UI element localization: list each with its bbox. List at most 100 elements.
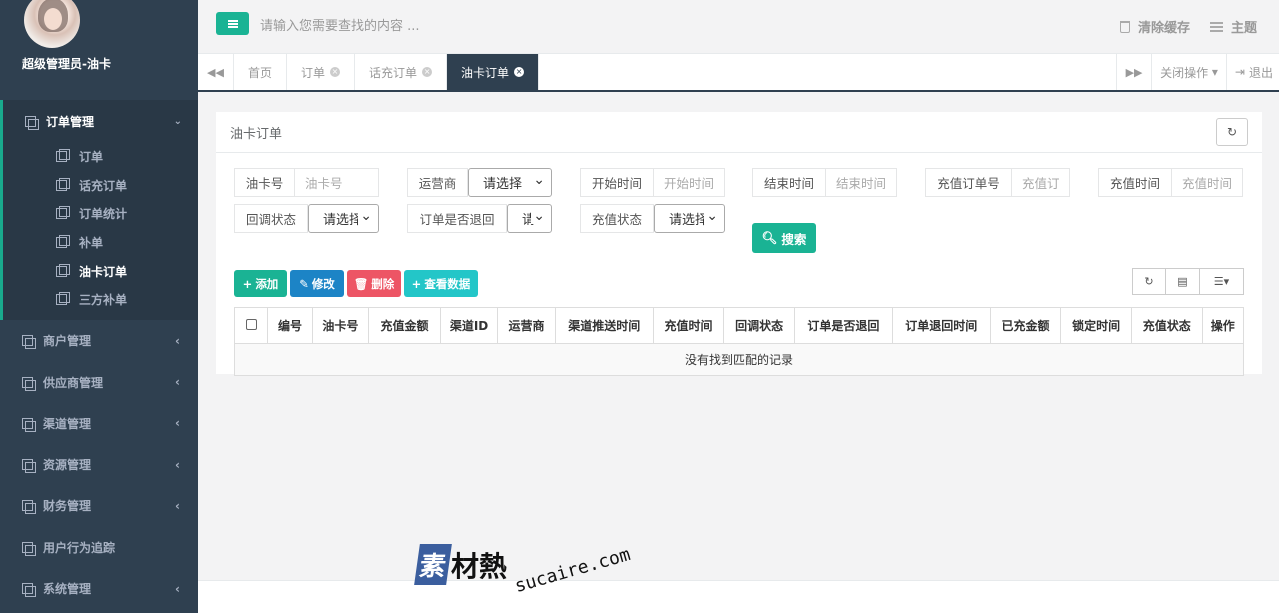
filter-callback-status: 回调状态 请选择: [234, 204, 379, 233]
table-tools: ↻ ▤ ☰▾: [1132, 268, 1244, 295]
sidebar-item-label: 用户行为追踪: [43, 540, 116, 555]
tab-phone-orders[interactable]: 话充订单 ×: [355, 54, 448, 90]
logout-button[interactable]: ⇥ 退出: [1227, 54, 1279, 90]
panel-refresh-button[interactable]: ↻: [1216, 118, 1248, 146]
sidebar-item-label: 订单管理: [46, 114, 95, 129]
sidebar-item-order-management[interactable]: 订单管理 ⌄: [3, 100, 198, 142]
close-icon[interactable]: ×: [514, 67, 525, 77]
column-header[interactable]: 订单是否退回: [793, 307, 893, 344]
tabs-scroll-left-button[interactable]: ◀◀: [198, 54, 234, 90]
column-header[interactable]: 运营商: [497, 307, 556, 344]
column-header[interactable]: 渠道推送时间: [554, 307, 654, 344]
card-no-input[interactable]: 油卡号: [295, 168, 379, 197]
edit-button[interactable]: ✎ 修改: [290, 270, 344, 297]
close-operations-label: 关闭操作: [1160, 65, 1209, 80]
tabs-scroll-right-button[interactable]: ▶▶: [1116, 54, 1153, 90]
profile-name[interactable]: 超级管理员-油卡: [22, 55, 111, 72]
recharge-time-input[interactable]: 充值时间: [1172, 168, 1243, 197]
sidebar-subitem-supplement[interactable]: 补单: [3, 228, 198, 257]
avatar[interactable]: [24, 0, 80, 48]
sidebar-item-suppliers[interactable]: 供应商管理 ‹: [0, 361, 198, 402]
order-no-input[interactable]: 充值订: [1012, 168, 1070, 197]
sidebar-item-finance[interactable]: 财务管理 ‹: [0, 485, 198, 526]
close-icon[interactable]: ×: [330, 67, 341, 77]
tab-home[interactable]: 首页: [234, 54, 288, 90]
sidebar-subitem-order-stats[interactable]: 订单统计: [3, 199, 198, 228]
column-header[interactable]: 锁定时间: [1060, 307, 1132, 344]
delete-button[interactable]: 🗑︎ 删除: [347, 270, 401, 297]
clear-cache-button[interactable]: 清除缓存: [1119, 17, 1190, 36]
copy-icon: [56, 148, 70, 162]
copy-icon: [56, 177, 70, 191]
filter-label: 订单是否退回: [407, 204, 507, 233]
column-header[interactable]: 充值状态: [1130, 307, 1203, 344]
menu-toggle-button[interactable]: [216, 12, 249, 35]
filter-label: 回调状态: [234, 204, 308, 233]
order-returned-select[interactable]: 请: [507, 204, 552, 233]
tab-orders[interactable]: 订单 ×: [287, 54, 356, 90]
sidebar-submenu: 订单 话充订单 订单统计 补单 油卡订单 三方补单: [3, 142, 198, 320]
close-icon[interactable]: ×: [422, 67, 433, 77]
column-header[interactable]: 油卡号: [311, 307, 370, 344]
filter-operator: 运营商 请选择: [407, 168, 552, 197]
copy-icon: [56, 206, 70, 220]
table-refresh-button[interactable]: ↻: [1132, 268, 1166, 295]
sign-out-icon: ⇥: [1234, 65, 1245, 79]
table-toggle-view-button[interactable]: ▤: [1166, 268, 1200, 295]
start-time-input[interactable]: 开始时间: [654, 168, 725, 197]
search-button[interactable]: 🔍︎ 搜索: [752, 223, 816, 253]
theme-button[interactable]: 主题: [1209, 17, 1257, 36]
sidebar-item-user-tracking[interactable]: 用户行为追踪: [0, 527, 198, 568]
refresh-icon: ↻: [1226, 125, 1238, 139]
tab-fuel-card-orders[interactable]: 油卡订单 ×: [447, 54, 540, 90]
sidebar-subitem-label: 三方补单: [79, 293, 128, 308]
column-header[interactable]: 订单退回时间: [891, 307, 991, 344]
table-columns-button[interactable]: ☰▾: [1200, 268, 1244, 295]
sidebar-item-label: 资源管理: [43, 458, 92, 473]
chevron-left-icon: ‹: [175, 416, 180, 431]
sidebar-item-label: 系统管理: [43, 582, 92, 597]
copy-icon: [56, 234, 70, 248]
column-header[interactable]: 编号: [267, 307, 313, 344]
column-header[interactable]: 渠道ID: [439, 307, 499, 344]
filter-recharge-status: 充值状态 请选择: [580, 204, 725, 233]
footer: [198, 580, 1279, 613]
select-all-checkbox[interactable]: [245, 318, 257, 330]
sidebar-subitem-fuel-card-orders[interactable]: 油卡订单: [3, 257, 198, 286]
refresh-icon: ↻: [1144, 275, 1154, 288]
tab-label: 订单: [301, 65, 326, 80]
recharge-status-select[interactable]: 请选择: [654, 204, 725, 233]
operator-select[interactable]: 请选择: [468, 168, 552, 197]
sidebar-subitem-third-party[interactable]: 三方补单: [3, 285, 198, 314]
sidebar-item-channels[interactable]: 渠道管理 ‹: [0, 403, 198, 444]
watermark-text: 材熱: [451, 550, 508, 583]
copy-icon: [22, 335, 36, 350]
column-header[interactable]: 回调状态: [723, 307, 795, 344]
sidebar-subitem-label: 话充订单: [79, 178, 128, 193]
sidebar-subitem-phone-orders[interactable]: 话充订单: [3, 171, 198, 200]
column-header[interactable]: 充值金额: [368, 307, 441, 344]
column-header[interactable]: 充值时间: [652, 307, 725, 344]
backward-icon: ◀◀: [207, 65, 224, 79]
list-alt-icon: ▤: [1177, 275, 1188, 288]
sidebar-item-system[interactable]: 系统管理 ‹: [0, 568, 198, 609]
search-input[interactable]: [260, 14, 560, 38]
callback-status-select[interactable]: 请选择: [308, 204, 379, 233]
sidebar-subitem-orders[interactable]: 订单: [3, 142, 198, 171]
close-operations-dropdown[interactable]: 关闭操作 ▾: [1152, 54, 1227, 90]
end-time-input[interactable]: 结束时间: [826, 168, 897, 197]
chevron-left-icon: ‹: [175, 581, 180, 596]
filter-label: 充值时间: [1098, 168, 1172, 197]
edit-button-label: 修改: [311, 276, 335, 291]
add-button[interactable]: + 添加: [234, 270, 287, 297]
trash-icon: 🗑︎: [353, 276, 369, 291]
table-header-row: 编号 油卡号 充值金额 渠道ID 运营商 渠道推送时间 充值时间 回调状态 订单…: [233, 307, 1245, 344]
empty-table-message: 没有找到匹配的记录: [234, 343, 1244, 376]
sidebar-item-merchants[interactable]: 商户管理 ‹: [0, 320, 198, 361]
hamburger-icon: [227, 19, 238, 28]
view-data-button[interactable]: + 查看数据: [404, 270, 478, 297]
forward-icon: ▶▶: [1125, 65, 1143, 79]
copy-icon: [22, 459, 36, 474]
sidebar-item-resources[interactable]: 资源管理 ‹: [0, 444, 198, 485]
column-header[interactable]: 已充金额: [989, 307, 1062, 344]
